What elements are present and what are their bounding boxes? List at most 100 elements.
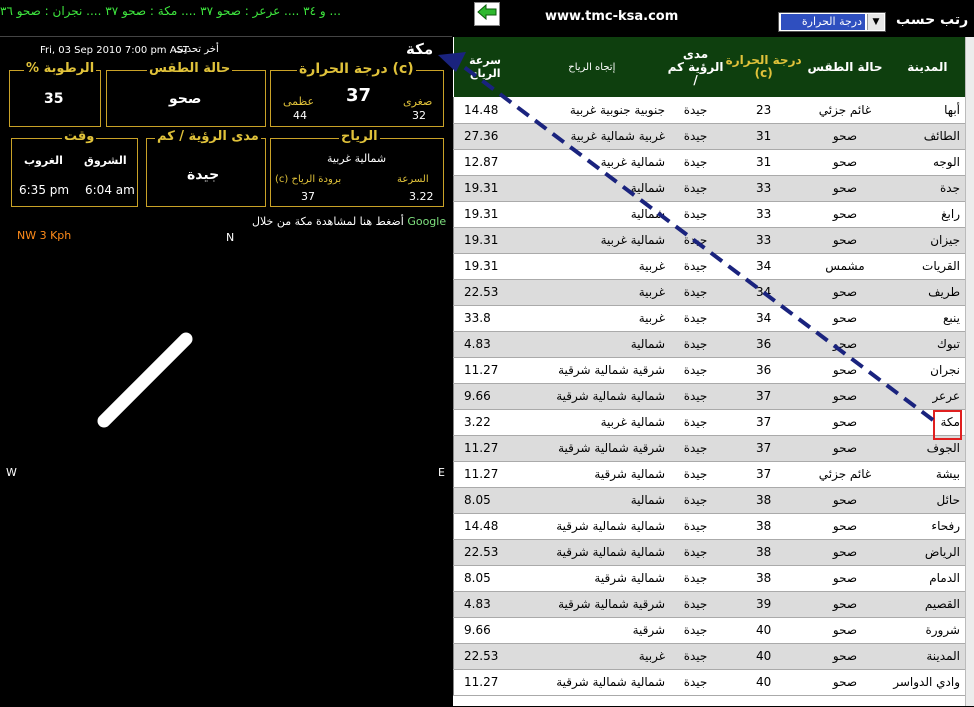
table-cell-wind-direction: شمالية — [516, 175, 668, 202]
table-cell-visibility: جيدة — [667, 357, 724, 384]
table-cell-condition: صحو — [803, 357, 887, 384]
table-cell-city[interactable]: بيشة — [886, 461, 968, 488]
table-row[interactable]: طريف صحو 34 جيدة غربية 22.53 — [453, 279, 968, 306]
header-condition[interactable]: حالة الطقس — [803, 37, 886, 97]
table-cell-city[interactable]: أبها — [886, 97, 968, 124]
table-cell-wind-speed: 14.48 — [453, 97, 517, 124]
table-cell-visibility: جيدة — [667, 383, 724, 410]
table-cell-visibility: جيدة — [667, 435, 724, 462]
table-cell-wind-speed: 9.66 — [453, 383, 517, 410]
sort-label: رتب حسب — [896, 12, 969, 28]
table-row[interactable]: حائل صحو 38 جيدة شمالية 8.05 — [453, 487, 968, 514]
table-cell-wind-speed: 33.8 — [453, 305, 517, 332]
table-cell-temperature: 36 — [723, 331, 804, 358]
table-cell-city[interactable]: القصيم — [886, 591, 968, 618]
table-cell-visibility: جيدة — [667, 617, 724, 644]
table-row[interactable]: جدة صحو 33 جيدة شمالية 19.31 — [453, 175, 968, 202]
table-row[interactable]: وادي الدواسر صحو 40 جيدة شمالية شمالية شرقية… — [453, 669, 968, 696]
table-cell-condition: صحو — [803, 149, 887, 176]
table-cell-condition: صحو — [803, 331, 887, 358]
table-cell-city[interactable]: وادي الدواسر — [886, 669, 968, 696]
table-cell-city[interactable]: الدمام — [886, 565, 968, 592]
header-visibility[interactable]: مدى الرؤية كم / — [667, 37, 724, 97]
table-cell-wind-direction: شرقية شمالية شرقية — [516, 357, 668, 384]
max-temp-value: 44 — [293, 109, 307, 122]
table-cell-visibility: جيدة — [667, 201, 724, 228]
humidity-title: % الرطوبة — [24, 61, 97, 76]
table-cell-visibility: جيدة — [667, 123, 724, 150]
google-link-prefix: Google — [407, 215, 447, 228]
table-cell-city[interactable]: جدة — [886, 175, 968, 202]
table-cell-temperature: 36 — [723, 357, 804, 384]
table-cell-visibility: جيدة — [667, 279, 724, 306]
table-cell-city[interactable]: ينبع — [886, 305, 968, 332]
table-row[interactable]: شرورة صحو 40 جيدة شرقية 9.66 — [453, 617, 968, 644]
table-cell-city[interactable]: القريات — [886, 253, 968, 280]
table-row[interactable]: القصيم صحو 39 جيدة شرقية شمالية شرقية 4.83 — [453, 591, 968, 618]
city-name: مكة — [406, 40, 434, 58]
table-scrollbar[interactable] — [965, 37, 974, 706]
table-row[interactable]: ينبع صحو 34 جيدة غربية 33.8 — [453, 305, 968, 332]
header-city[interactable]: المدينة — [887, 37, 968, 97]
table-cell-visibility: جيدة — [667, 97, 724, 124]
table-cell-city[interactable]: عرعر — [886, 383, 968, 410]
table-cell-wind-speed: 11.27 — [453, 357, 517, 384]
table-cell-city[interactable]: نجران — [886, 357, 968, 384]
table-row[interactable]: بيشة غائم جزئي 37 جيدة شمالية شرقية 11.27 — [453, 461, 968, 488]
table-row[interactable]: تبوك صحو 36 جيدة شمالية 4.83 — [453, 331, 968, 358]
back-button[interactable] — [474, 2, 500, 26]
table-cell-city[interactable]: الوجه — [886, 149, 968, 176]
humidity-box: % الرطوبة 35 — [9, 61, 101, 127]
table-row[interactable]: الوجه صحو 31 جيدة شمالية غربية 12.87 — [453, 149, 968, 176]
chevron-down-icon[interactable]: ▼ — [867, 14, 884, 30]
table-row[interactable]: جيزان صحو 33 جيدة شمالية غربية 19.31 — [453, 227, 968, 254]
wind-box: الرياح شمالية غربية السرعة 3.22 (c) برود… — [270, 129, 444, 207]
table-cell-city[interactable]: المدينة — [886, 643, 968, 670]
table-cell-city[interactable]: شرورة — [886, 617, 968, 644]
table-row[interactable]: الجوف صحو 37 جيدة شرقية شمالية شرقية 11.27 — [453, 435, 968, 462]
sunset-value: 6:35 pm — [19, 183, 70, 197]
table-row[interactable]: المدينة صحو 40 جيدة غربية 22.53 — [453, 643, 968, 670]
header-temperature[interactable]: درجة الحرارة (c) — [724, 37, 803, 97]
table-row[interactable]: القريات مشمس 34 جيدة غربية 19.31 — [453, 253, 968, 280]
table-cell-city[interactable]: طريف — [886, 279, 968, 306]
table-cell-condition: صحو — [803, 669, 887, 696]
header-wind-speed[interactable]: سرعة الرياح — [454, 37, 517, 97]
table-cell-visibility: جيدة — [667, 409, 724, 436]
table-cell-city[interactable]: رفحاء — [886, 513, 968, 540]
table-cell-city[interactable]: رابغ — [886, 201, 968, 228]
wind-direction: شمالية غربية — [327, 152, 387, 165]
table-row[interactable]: رابغ صحو 33 جيدة شمالية 19.31 — [453, 201, 968, 228]
news-ticker: ... و ٣٤ .... عرعر : صحو ٣٧ .... مكة : ص… — [0, 4, 341, 18]
min-temp-value: 32 — [412, 109, 426, 122]
sort-dropdown[interactable]: درجة الحرارة ▼ — [778, 12, 886, 32]
table-row[interactable]: أبها غائم جزئي 23 جيدة جنوبية جنوبية غربية 14… — [453, 97, 968, 124]
table-row[interactable]: نجران صحو 36 جيدة شرقية شمالية شرقية 11.27 — [453, 357, 968, 384]
table-cell-visibility: جيدة — [667, 253, 724, 280]
table-cell-city[interactable]: تبوك — [886, 331, 968, 358]
table-cell-temperature: 39 — [723, 591, 804, 618]
wind-readout: NW 3 Kph — [17, 229, 72, 242]
table-cell-temperature: 33 — [723, 175, 804, 202]
wind-chill-label: (c) برودة الرياح — [275, 174, 342, 185]
table-row[interactable]: الدمام صحو 38 جيدة شمالية شرقية 8.05 — [453, 565, 968, 592]
temperature-title: درجة الحرارة (c) — [297, 61, 416, 77]
table-cell-wind-direction: شرقية — [516, 617, 668, 644]
table-row[interactable]: عرعر صحو 37 جيدة شمالية شمالية شرقية 9.66 — [453, 383, 968, 410]
table-cell-city[interactable]: الرياض — [886, 539, 968, 566]
table-row[interactable]: رفحاء صحو 38 جيدة شمالية شمالية شرقية 14.48 — [453, 513, 968, 540]
header-wind-direction[interactable]: إتجاه الرياح — [517, 37, 667, 97]
table-row[interactable]: مكة صحو 37 جيدة شمالية غربية 3.22 — [453, 409, 968, 436]
weather-condition-value: صحو — [169, 91, 202, 107]
google-earth-link[interactable]: Google أضغط هنا لمشاهدة مكة من خلال — [252, 215, 446, 228]
table-cell-condition: صحو — [803, 305, 887, 332]
table-cell-city[interactable]: جيزان — [886, 227, 968, 254]
cities-table-container: المدينة حالة الطقس درجة الحرارة (c) مدى … — [453, 37, 968, 706]
table-cell-visibility: جيدة — [667, 461, 724, 488]
table-row[interactable]: الرياض صحو 38 جيدة شمالية شمالية شرقية 22.53 — [453, 539, 968, 566]
table-row[interactable]: الطائف صحو 31 جيدة غربية شمالية غربية 27.36 — [453, 123, 968, 150]
table-cell-city[interactable]: الطائف — [886, 123, 968, 150]
table-cell-city[interactable]: حائل — [886, 487, 968, 514]
table-cell-condition: صحو — [803, 227, 887, 254]
table-cell-temperature: 34 — [723, 253, 804, 280]
